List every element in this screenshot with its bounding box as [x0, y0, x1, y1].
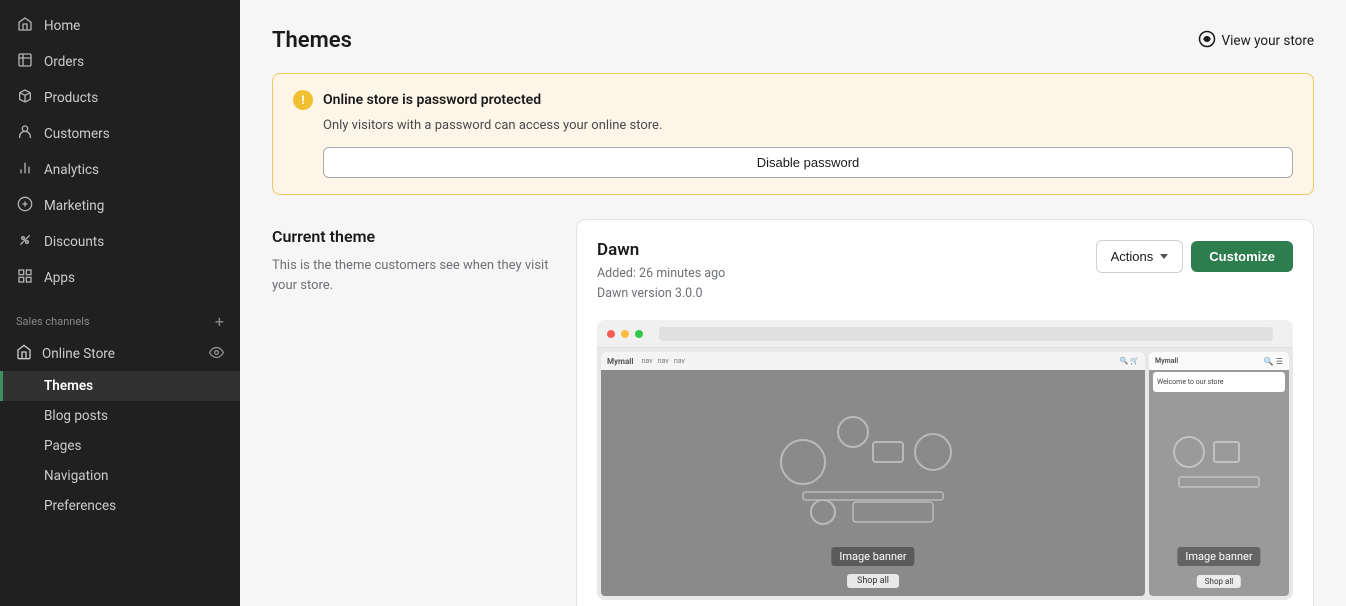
analytics-icon	[16, 160, 34, 180]
sidebar-item-marketing-label: Marketing	[44, 198, 104, 214]
page-header: Themes View your store	[272, 28, 1314, 53]
sidebar-item-products[interactable]: Products	[0, 80, 240, 116]
theme-info: Dawn Added: 26 minutes ago Dawn version …	[597, 240, 725, 304]
main-content: Themes View your store ! Online store is…	[240, 0, 1346, 606]
theme-card-header: Dawn Added: 26 minutes ago Dawn version …	[597, 240, 1293, 304]
current-theme-heading: Current theme	[272, 227, 552, 246]
sidebar-item-apps-label: Apps	[44, 270, 75, 286]
browser-dot-red	[607, 330, 615, 338]
eye-circle-icon	[1198, 30, 1216, 52]
view-store-label: View your store	[1222, 33, 1314, 49]
browser-url-bar	[659, 327, 1273, 341]
pages-label: Pages	[44, 438, 82, 454]
browser-dot-yellow	[621, 330, 629, 338]
sidebar-item-customers-label: Customers	[44, 126, 110, 142]
marketing-icon	[16, 196, 34, 216]
sidebar-item-analytics[interactable]: Analytics	[0, 152, 240, 188]
alert-header: ! Online store is password protected	[293, 90, 1293, 110]
preview-main-desktop: Mymall nav nav nav 🔍 🛒	[601, 352, 1145, 596]
themes-label: Themes	[44, 378, 93, 394]
sales-channels-section: Sales channels +	[0, 296, 240, 337]
sidebar-item-customers[interactable]: Customers	[0, 116, 240, 152]
preview-main-topbar: Mymall nav nav nav 🔍 🛒	[601, 352, 1145, 370]
sidebar-item-analytics-label: Analytics	[44, 162, 99, 178]
chevron-down-icon	[1160, 254, 1168, 259]
disable-password-button[interactable]: Disable password	[323, 147, 1293, 178]
sidebar-item-orders-label: Orders	[44, 54, 84, 70]
sidebar-item-home-label: Home	[44, 18, 80, 34]
theme-version: Dawn version 3.0.0	[597, 284, 725, 304]
theme-preview: Mymall nav nav nav 🔍 🛒	[597, 320, 1293, 600]
customize-button[interactable]: Customize	[1191, 241, 1293, 272]
theme-added: Added: 26 minutes ago	[597, 264, 725, 284]
current-theme-description: This is the theme customers see when the…	[272, 256, 552, 295]
apps-icon	[16, 268, 34, 288]
orders-icon	[16, 52, 34, 72]
preview-side-mobile: Mymall 🔍 ☰ Welcome to our store Image ba…	[1149, 352, 1289, 596]
preferences-label: Preferences	[44, 498, 116, 514]
discounts-icon	[16, 232, 34, 252]
actions-label: Actions	[1111, 249, 1154, 264]
preview-browser-bar	[597, 320, 1293, 348]
add-sales-channel-icon[interactable]: +	[215, 312, 224, 331]
preview-side-topbar: Mymall 🔍 ☰	[1149, 352, 1289, 370]
sidebar-sub-item-navigation[interactable]: Navigation	[0, 461, 240, 491]
preview-content: Mymall nav nav nav 🔍 🛒	[597, 348, 1293, 600]
theme-actions: Actions Customize	[1096, 240, 1293, 273]
navigation-label: Navigation	[44, 468, 108, 484]
current-theme-info: Current theme This is the theme customer…	[272, 219, 552, 295]
alert-warning-icon: !	[293, 90, 313, 110]
browser-dot-green	[635, 330, 643, 338]
preview-image-banner-main: Image banner	[831, 547, 914, 566]
sidebar-sub-item-preferences[interactable]: Preferences	[0, 491, 240, 521]
sidebar-item-discounts-label: Discounts	[44, 234, 104, 250]
sidebar-item-home[interactable]: Home	[0, 8, 240, 44]
alert-description: Only visitors with a password can access…	[323, 118, 1293, 133]
products-icon	[16, 88, 34, 108]
sidebar-item-orders[interactable]: Orders	[0, 44, 240, 80]
sidebar: Home Orders Products Customers Analytics	[0, 0, 240, 606]
alert-banner: ! Online store is password protected Onl…	[272, 73, 1314, 195]
theme-name: Dawn	[597, 240, 725, 260]
themes-grid: Current theme This is the theme customer…	[272, 219, 1314, 606]
actions-button[interactable]: Actions	[1096, 240, 1184, 273]
customers-icon	[16, 124, 34, 144]
sidebar-sub-item-blog-posts[interactable]: Blog posts	[0, 401, 240, 431]
alert-title: Online store is password protected	[323, 92, 541, 108]
online-store-icon	[16, 344, 32, 364]
blog-posts-label: Blog posts	[44, 408, 108, 424]
page-title: Themes	[272, 28, 352, 53]
home-icon	[16, 16, 34, 36]
sidebar-item-products-label: Products	[44, 90, 98, 106]
sidebar-item-marketing[interactable]: Marketing	[0, 188, 240, 224]
online-store-label: Online Store	[42, 346, 199, 362]
view-store-link[interactable]: View your store	[1198, 30, 1314, 52]
sidebar-sub-item-pages[interactable]: Pages	[0, 431, 240, 461]
sidebar-item-discounts[interactable]: Discounts	[0, 224, 240, 260]
sidebar-item-online-store[interactable]: Online Store	[0, 337, 240, 371]
sidebar-sub-item-themes[interactable]: Themes	[0, 371, 240, 401]
preview-image-banner-side: Image banner	[1177, 547, 1260, 566]
theme-card: Dawn Added: 26 minutes ago Dawn version …	[576, 219, 1314, 606]
sidebar-item-apps[interactable]: Apps	[0, 260, 240, 296]
view-store-icon[interactable]	[209, 345, 224, 364]
